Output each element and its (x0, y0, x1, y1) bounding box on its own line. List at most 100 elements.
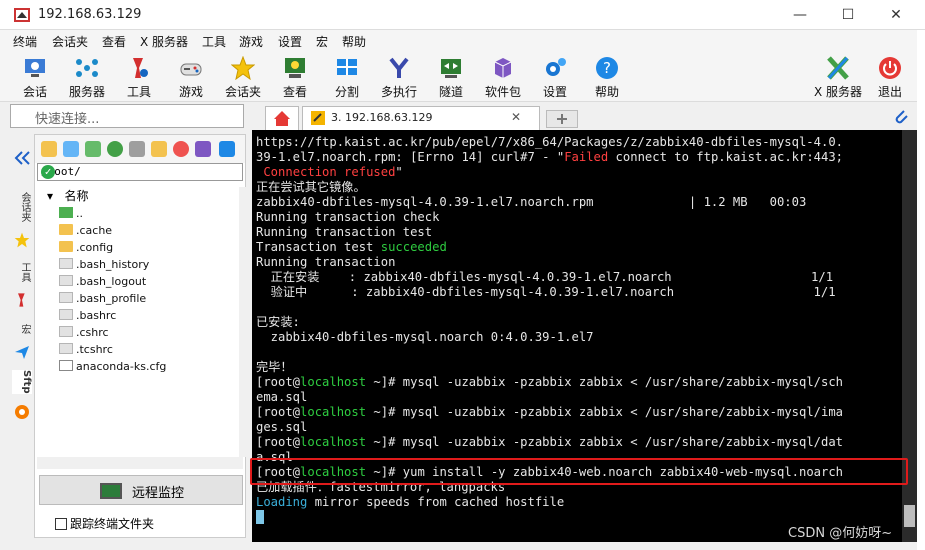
terminal-line: Connection refused" (263, 165, 403, 179)
list-item[interactable]: .bash_history (59, 258, 149, 275)
new-file-icon[interactable] (129, 141, 145, 157)
menu-view[interactable]: 查看 (102, 33, 126, 50)
paperclip-icon[interactable] (892, 108, 910, 126)
help-icon: ? (596, 57, 618, 79)
sftp-horizontal-scrollbar[interactable] (37, 457, 243, 469)
path-go-icon[interactable]: ✓ (41, 165, 55, 179)
minimize-button[interactable]: — (780, 4, 820, 26)
games-button[interactable]: 游戏 (165, 54, 217, 100)
list-item[interactable]: anaconda-ks.cfg (59, 360, 166, 377)
close-button[interactable]: ✕ (876, 4, 916, 26)
menu-games[interactable]: 游戏 (239, 33, 263, 50)
terminal-cursor (256, 510, 264, 524)
terminal-tab-icon (311, 111, 325, 125)
delete-icon[interactable] (173, 141, 189, 157)
terminal-line: 正在安装 : zabbix40-dbfiles-mysql-4.0.39-1.e… (256, 270, 834, 284)
monitor-icon (100, 483, 122, 499)
sftp-vertical-scrollbar[interactable] (239, 187, 247, 457)
tab-bar: 3. 192.168.63.129 ✕ (252, 104, 917, 130)
tunnel-icon (441, 59, 461, 78)
parent-folder-icon[interactable] (41, 141, 57, 157)
list-item[interactable]: .bash_logout (59, 275, 146, 292)
terminal-line: 39-1.el7.noarch.rpm: [Errno 14] curl#7 -… (256, 150, 844, 164)
menu-settings[interactable]: 设置 (278, 33, 302, 50)
sidebar-tools[interactable]: 工具 (12, 262, 32, 282)
home-tab[interactable] (265, 106, 299, 130)
new-folder-icon[interactable] (151, 141, 167, 157)
download-icon[interactable] (63, 141, 79, 157)
file-icon (59, 309, 73, 320)
list-item[interactable]: .cshrc (59, 326, 109, 343)
main-toolbar: 会话 服务器 工具 游戏 会话夹 查看 分割 多执行 隧道 软件包 设置 ? 帮… (0, 52, 925, 102)
menu-tools[interactable]: 工具 (202, 33, 226, 50)
left-sidebar: 会话夹 工具 宏 Sftp (10, 134, 34, 424)
tools-button[interactable]: 工具 (113, 54, 165, 100)
terminal-line: [root@localhost ~]# mysql -uzabbix -pzab… (256, 435, 844, 449)
menu-sessions[interactable]: 会话夹 (52, 33, 88, 50)
quick-connect-input[interactable]: 快速连接... (10, 104, 244, 128)
terminal-line: Running transaction test (256, 225, 433, 239)
new-tab-button[interactable] (546, 110, 578, 128)
sidebar-macros[interactable]: 宏 (12, 324, 32, 334)
home-icon (274, 111, 290, 126)
remote-monitor-button[interactable]: 远程监控 (39, 475, 243, 505)
session-favorites-button[interactable]: 会话夹 (217, 54, 269, 100)
file-icon (59, 343, 73, 354)
file-icon (59, 275, 73, 286)
split-button[interactable]: 分割 (321, 54, 373, 100)
list-item[interactable]: .bash_profile (59, 292, 146, 309)
menu-macros[interactable]: 宏 (316, 33, 328, 50)
multiexec-button[interactable]: 多执行 (373, 54, 425, 100)
folder-icon (59, 241, 73, 252)
path-input[interactable]: /root/ ✓ (37, 163, 243, 181)
sftp-panel: /root/ ✓ ▾ 名称 .. .cache .config .bash_hi… (34, 134, 247, 538)
maximize-button[interactable]: ☐ (828, 4, 868, 26)
xserver-button[interactable]: X 服务器 (808, 54, 868, 100)
sidebar-sftp[interactable]: Sftp (12, 370, 32, 394)
collapse-sidebar-icon[interactable] (13, 150, 31, 166)
tab-label: 3. 192.168.63.129 (331, 111, 433, 124)
rename-icon[interactable] (195, 141, 211, 157)
terminal-scrollbar-thumb[interactable] (904, 505, 915, 527)
permissions-icon[interactable] (219, 141, 235, 157)
session-button[interactable]: 会话 (9, 54, 61, 100)
window-titlebar: 192.168.63.129 — ☐ ✕ (0, 0, 925, 30)
menu-terminal[interactable]: 终端 (13, 33, 37, 50)
sidebar-sessions[interactable]: 会话夹 (12, 192, 32, 222)
exit-button[interactable]: 退出 (864, 54, 916, 100)
view-button[interactable]: 查看 (269, 54, 321, 100)
xserver-icon (827, 56, 849, 80)
folder-icon (59, 224, 73, 235)
help-button[interactable]: ? 帮助 (581, 54, 633, 100)
up-folder-icon (59, 207, 73, 218)
follow-terminal-folder-checkbox[interactable]: 跟踪终端文件夹 (55, 515, 154, 532)
tools-icon (18, 293, 25, 307)
config-file-icon (59, 360, 73, 371)
list-item[interactable]: .config (59, 241, 113, 258)
quick-connect-placeholder: 快速连接... (35, 112, 100, 127)
checkbox-box[interactable] (55, 518, 67, 530)
upload-icon[interactable] (85, 141, 101, 157)
close-tab-icon[interactable]: ✕ (511, 110, 521, 124)
column-name-header[interactable]: ▾ 名称 (47, 187, 88, 204)
servers-button[interactable]: 服务器 (61, 54, 113, 100)
menu-xserver[interactable]: X 服务器 (140, 33, 188, 50)
settings-button[interactable]: 设置 (529, 54, 581, 100)
list-item[interactable]: .tcshrc (59, 343, 113, 360)
menu-help[interactable]: 帮助 (342, 33, 366, 50)
tools-icon (133, 58, 148, 78)
power-icon (879, 57, 901, 79)
terminal-line: zabbix40-dbfiles-mysql.noarch 0:4.0.39-1… (256, 330, 594, 344)
app-logo-icon (14, 8, 30, 22)
tab-terminal-session[interactable]: 3. 192.168.63.129 ✕ (302, 106, 540, 130)
packages-button[interactable]: 软件包 (477, 54, 529, 100)
terminal-line: 已安装: (256, 315, 300, 329)
menu-bar: 终端 会话夹 查看 X 服务器 工具 游戏 设置 宏 帮助 (0, 30, 925, 52)
list-item[interactable]: .. (59, 207, 83, 224)
refresh-icon[interactable] (107, 141, 123, 157)
star-icon (14, 232, 30, 248)
tunnel-button[interactable]: 隧道 (425, 54, 477, 100)
file-icon (59, 292, 73, 303)
list-item[interactable]: .bashrc (59, 309, 116, 326)
list-item[interactable]: .cache (59, 224, 112, 241)
